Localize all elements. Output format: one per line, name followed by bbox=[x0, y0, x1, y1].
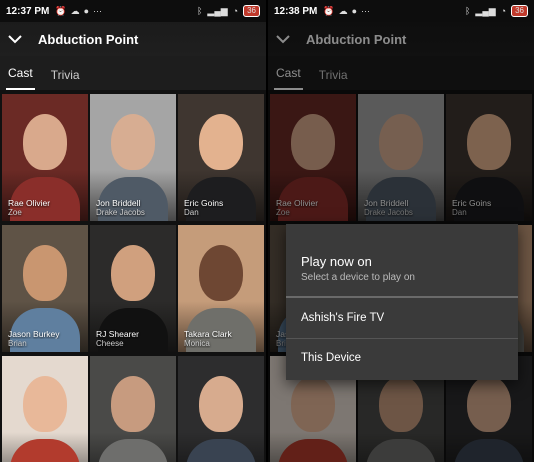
cast-role: Monica bbox=[184, 339, 210, 348]
dialog-title: Play now on bbox=[301, 254, 372, 269]
cast-card[interactable]: RJ ShearerCheese bbox=[90, 225, 176, 352]
cast-name: Jon Briddell bbox=[96, 198, 141, 208]
device-option-fire-tv[interactable]: Ashish's Fire TV bbox=[301, 312, 384, 324]
divider bbox=[286, 296, 518, 298]
battery-icon: 36 bbox=[511, 5, 528, 17]
cast-name: Jason Burkey bbox=[8, 329, 60, 339]
cast-photo-body bbox=[186, 439, 256, 462]
battery-icon: 36 bbox=[243, 5, 260, 17]
cast-photo-face bbox=[199, 114, 243, 171]
cast-card[interactable]: Justin Miles bbox=[178, 356, 264, 462]
cast-photo-face bbox=[111, 114, 155, 171]
tab-cast[interactable]: Cast bbox=[6, 66, 35, 90]
cast-name: Takara Clark bbox=[184, 329, 232, 339]
cast-name: RJ Shearer bbox=[96, 329, 139, 339]
bluetooth-icon: ᛒ bbox=[465, 6, 471, 16]
cast-role: Zoe bbox=[8, 208, 22, 217]
cast-card[interactable]: Jon Briddell Drake Jacobs bbox=[90, 94, 176, 221]
signal-icon: ▂▄▆ bbox=[475, 5, 496, 16]
status-time: 12:38 PM bbox=[274, 5, 318, 17]
cast-photo-face bbox=[23, 114, 67, 171]
chevron-down-icon[interactable] bbox=[8, 32, 22, 46]
app-bar: Abduction Point bbox=[0, 22, 266, 56]
cast-photo bbox=[178, 356, 264, 462]
cast-card[interactable]: Takara ClarkMonica bbox=[178, 225, 264, 352]
cast-role: Dan bbox=[184, 208, 199, 217]
cloud-icon: ☁ bbox=[338, 5, 348, 16]
cast-photo-face bbox=[199, 376, 243, 433]
cast-card[interactable]: Jason MacDonald bbox=[90, 356, 176, 462]
cast-card[interactable]: Jason BurkeyBrian bbox=[2, 225, 88, 352]
dialog-subtitle: Select a device to play on bbox=[301, 272, 415, 283]
cast-photo bbox=[90, 356, 176, 462]
status-time: 12:37 PM bbox=[6, 5, 50, 17]
alarm-icon: ⏰ bbox=[323, 5, 335, 16]
cast-photo-face bbox=[199, 245, 243, 302]
tab-bar: Cast Trivia bbox=[0, 56, 266, 90]
cloud-icon: ☁ bbox=[70, 5, 80, 16]
cast-photo-face bbox=[111, 245, 155, 302]
cast-photo-body bbox=[10, 439, 80, 462]
cast-grid: Rae Olivier Zoe Jon Briddell Drake Jacobs Er… bbox=[0, 94, 266, 462]
cast-card[interactable]: Eric Goins Dan bbox=[178, 94, 264, 221]
wifi-icon: ◔ bbox=[500, 6, 507, 16]
wifi-icon: ◔ bbox=[232, 6, 239, 16]
cast-photo-face bbox=[23, 376, 67, 433]
cast-name: Rae Olivier bbox=[8, 198, 51, 208]
status-bar: 12:38 PM ⏰ ☁ ● ··· ᛒ ▂▄▆ ◔ 36 bbox=[268, 0, 534, 22]
page-title: Abduction Point bbox=[38, 31, 139, 47]
more-notifications-icon: ··· bbox=[93, 5, 103, 16]
device-option-this-device[interactable]: This Device bbox=[301, 352, 361, 364]
tab-trivia[interactable]: Trivia bbox=[49, 68, 82, 90]
alarm-icon: ⏰ bbox=[55, 5, 67, 16]
more-notifications-icon: ··· bbox=[361, 5, 371, 16]
signal-icon: ▂▄▆ bbox=[207, 5, 228, 16]
bluetooth-icon: ᛒ bbox=[197, 6, 203, 16]
cast-role: Cheese bbox=[96, 339, 124, 348]
cast-screen-dialog: 12:38 PM ⏰ ☁ ● ··· ᛒ ▂▄▆ ◔ 36 Abduction … bbox=[268, 0, 534, 462]
play-now-dialog: Play now on Select a device to play on A… bbox=[286, 224, 518, 380]
divider bbox=[286, 338, 518, 339]
cast-photo-face bbox=[23, 245, 67, 302]
cast-role: Brian bbox=[8, 339, 27, 348]
facebook-icon: ● bbox=[351, 5, 358, 16]
cast-name: Eric Goins bbox=[184, 198, 224, 208]
cast-screen-before: 12:37 PM ⏰ ☁ ● ··· ᛒ ▂▄▆ ◔ 36 Abduction … bbox=[0, 0, 266, 462]
cast-role: Drake Jacobs bbox=[96, 208, 145, 217]
cast-photo-face bbox=[111, 376, 155, 433]
facebook-icon: ● bbox=[83, 5, 90, 16]
cast-card[interactable]: Rae Olivier Zoe bbox=[2, 94, 88, 221]
status-bar: 12:37 PM ⏰ ☁ ● ··· ᛒ ▂▄▆ ◔ 36 bbox=[0, 0, 266, 22]
cast-card[interactable]: Megan Gallacher bbox=[2, 356, 88, 462]
cast-photo-body bbox=[98, 439, 168, 462]
cast-photo bbox=[2, 356, 88, 462]
